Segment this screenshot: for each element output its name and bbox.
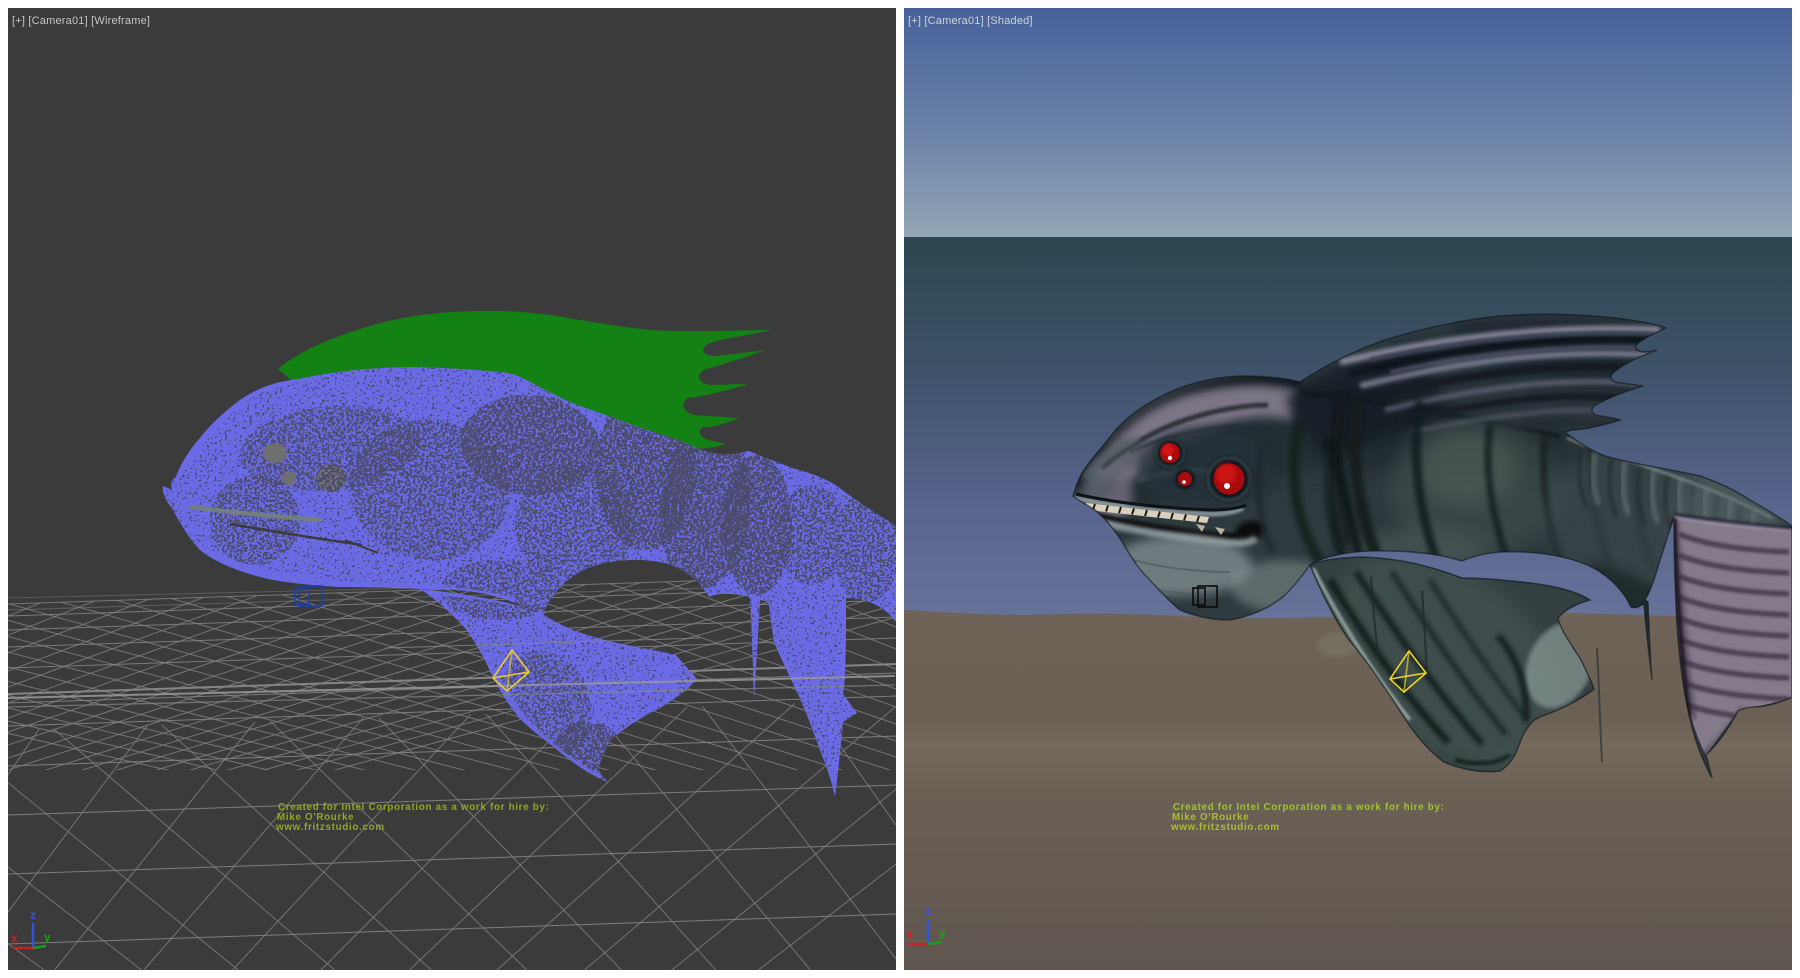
svg-text:y: y bbox=[939, 926, 946, 940]
svg-text:www.fritzstudio.com: www.fritzstudio.com bbox=[1170, 822, 1280, 833]
svg-text:[+] [Camera01] [Wireframe]: [+] [Camera01] [Wireframe] bbox=[12, 15, 150, 27]
svg-text:[+] [Camera01] [Shaded]: [+] [Camera01] [Shaded] bbox=[908, 15, 1033, 27]
svg-text:x: x bbox=[906, 927, 913, 941]
svg-text:www.fritzstudio.com: www.fritzstudio.com bbox=[275, 822, 385, 833]
svg-text:y: y bbox=[44, 930, 51, 944]
svg-text:x: x bbox=[11, 931, 18, 945]
svg-text:z: z bbox=[925, 904, 931, 918]
svg-text:z: z bbox=[30, 908, 36, 922]
